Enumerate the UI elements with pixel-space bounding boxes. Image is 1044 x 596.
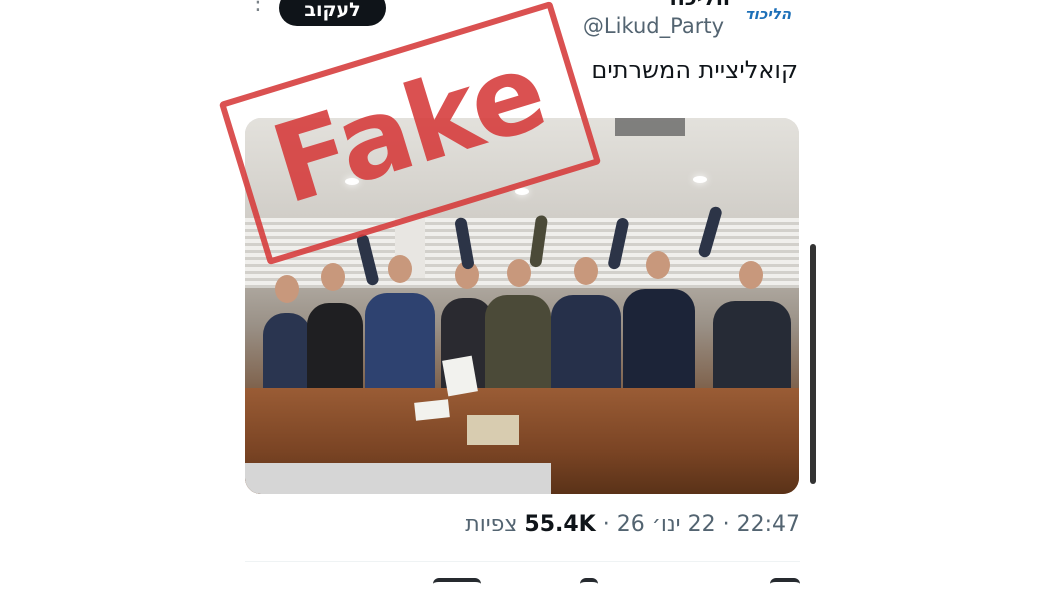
photo-head [321, 263, 345, 291]
engagement-stats-row [245, 578, 800, 592]
photo-head [739, 261, 763, 289]
photo-scarf [467, 415, 519, 445]
author-name[interactable]: הליכוד [640, 0, 730, 10]
tweet-date[interactable]: 22 ינו׳ 26 [617, 512, 716, 537]
photo-head [574, 257, 598, 285]
follow-button[interactable]: לעקוב [279, 0, 386, 26]
scrollbar[interactable] [810, 244, 816, 484]
photo-head [275, 275, 299, 303]
views-label: צפיות [465, 512, 518, 537]
photo-head [646, 251, 670, 279]
tweet-time[interactable]: 22:47 [737, 512, 800, 537]
views-count: 55.4K [524, 512, 596, 537]
stat-fragment [433, 578, 481, 596]
divider [245, 561, 800, 562]
meta-separator: · [715, 512, 730, 537]
stat-fragment [770, 578, 800, 596]
photo-foreground-strip [245, 463, 551, 494]
tweet-meta: 22:47 · 22 ינו׳ 26 · 55.4K צפיות [440, 512, 800, 537]
photo-light [693, 176, 707, 183]
author-handle[interactable]: @Likud_Party [560, 14, 724, 38]
photo-vent [615, 118, 685, 136]
more-options-icon[interactable]: ⋮ [247, 0, 269, 20]
meta-separator: · [595, 512, 610, 537]
photo-document [442, 355, 478, 397]
photo-head [388, 255, 412, 283]
likud-logo-avatar[interactable]: הליכוד [738, 2, 798, 28]
photo-paper [414, 399, 450, 421]
stat-fragment [580, 578, 598, 596]
photo-head [507, 259, 531, 287]
